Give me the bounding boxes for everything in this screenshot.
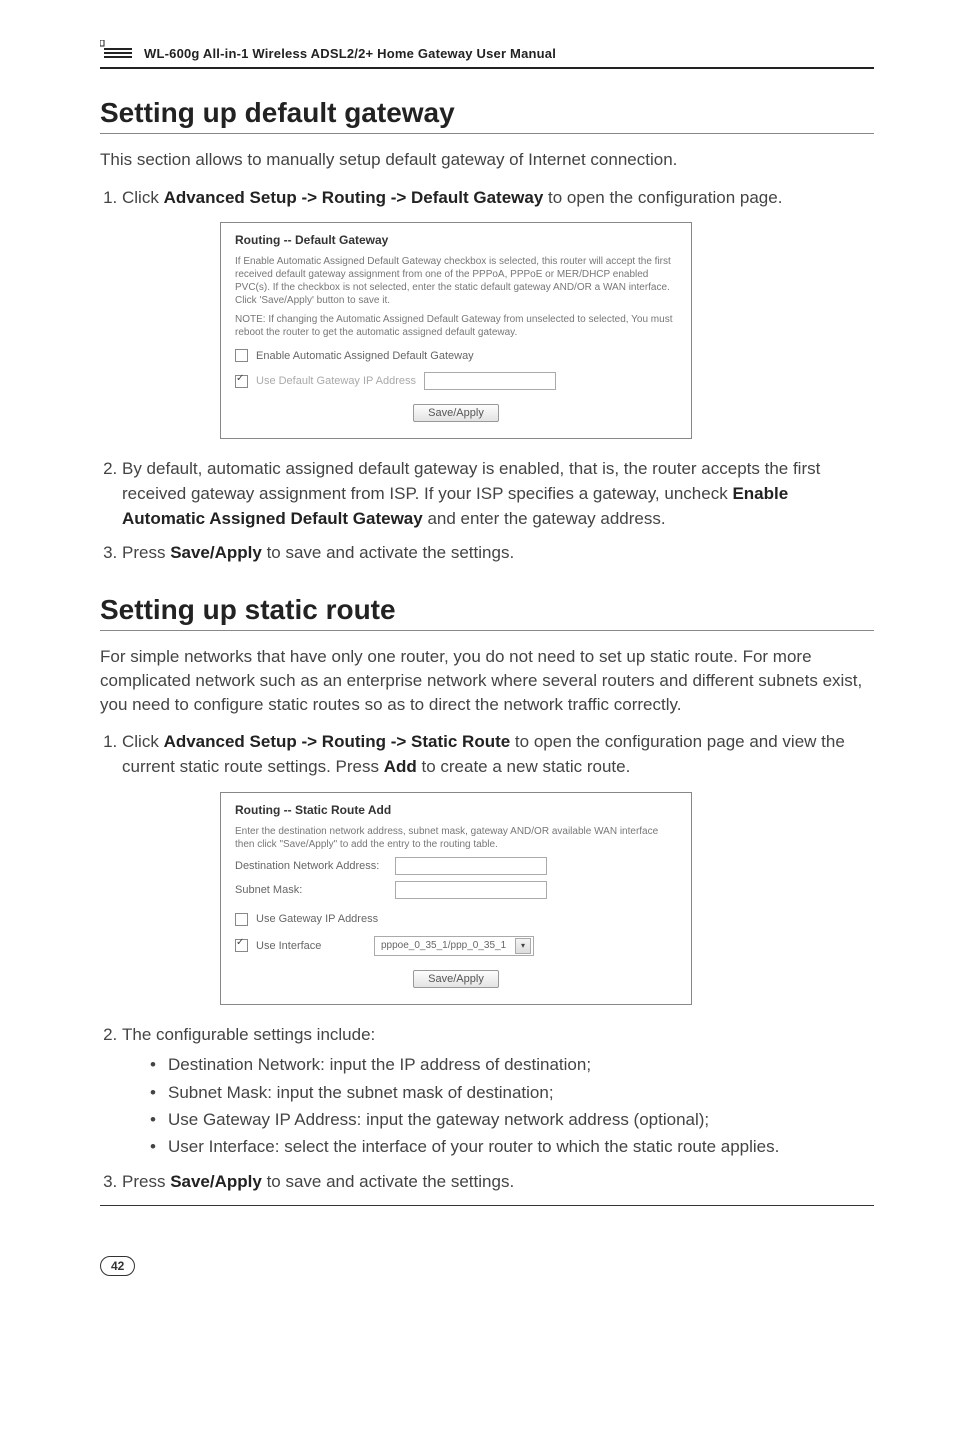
bullet-if: User Interface: select the interface of … [150, 1133, 874, 1160]
section1-step1: Click Advanced Setup -> Routing -> Defau… [122, 186, 874, 211]
save-apply-button[interactable]: Save/Apply [413, 970, 499, 988]
section2-intro: For simple networks that have only one r… [100, 645, 874, 716]
step-text: to save and activate the settings. [262, 543, 514, 562]
page-footer: 42 [100, 1256, 874, 1276]
dest-network-label: Destination Network Address: [235, 860, 395, 872]
section1-step3: Press Save/Apply to save and activate th… [122, 541, 874, 566]
use-default-gateway-label: Use Default Gateway IP Address [256, 375, 416, 387]
ss1-para1: If Enable Automatic Assigned Default Gat… [235, 255, 677, 307]
section1-steps: Click Advanced Setup -> Routing -> Defau… [100, 186, 874, 211]
settings-bullets: Destination Network: input the IP addres… [122, 1051, 874, 1160]
step-text: to create a new static route. [417, 757, 631, 776]
enable-auto-gateway-checkbox[interactable] [235, 349, 248, 362]
step-text: Press [122, 1172, 170, 1191]
section1-title: Setting up default gateway [100, 97, 874, 134]
interface-select-value: pppoe_0_35_1/ppp_0_35_1 [381, 940, 506, 951]
use-interface-label: Use Interface [256, 940, 366, 952]
step-bold: Save/Apply [170, 1172, 262, 1191]
step-text: Press [122, 543, 170, 562]
step-bold: Advanced Setup -> Routing -> Static Rout… [164, 732, 511, 751]
dest-network-row: Destination Network Address: [235, 857, 677, 875]
subnet-mask-row: Subnet Mask: [235, 881, 677, 899]
ss1-use-default-row: Use Default Gateway IP Address [235, 372, 677, 390]
use-interface-row: Use Interface pppoe_0_35_1/ppp_0_35_1 ▾ [235, 936, 677, 956]
step-text: to open the configuration page. [543, 188, 782, 207]
default-gateway-ip-input[interactable] [424, 372, 556, 390]
use-gateway-row: Use Gateway IP Address [235, 913, 677, 926]
subnet-mask-label: Subnet Mask: [235, 884, 395, 896]
bullet-dest: Destination Network: input the IP addres… [150, 1051, 874, 1078]
section2-steps-cont: The configurable settings include: Desti… [100, 1023, 874, 1195]
section2-step2: The configurable settings include: Desti… [122, 1023, 874, 1160]
enable-auto-gateway-label: Enable Automatic Assigned Default Gatewa… [256, 350, 474, 362]
step-bold: Save/Apply [170, 543, 262, 562]
screenshot-default-gateway: Routing -- Default Gateway If Enable Aut… [220, 222, 874, 439]
step-bold: Add [384, 757, 417, 776]
page-number: 42 [100, 1256, 135, 1276]
bullet-gw: Use Gateway IP Address: input the gatewa… [150, 1106, 874, 1133]
use-gateway-ip-checkbox[interactable] [235, 913, 248, 926]
step-text: to save and activate the settings. [262, 1172, 514, 1191]
save-apply-button[interactable]: Save/Apply [413, 404, 499, 422]
section2-title: Setting up static route [100, 594, 874, 631]
step-text: Click [122, 732, 164, 751]
book-icon [100, 40, 136, 65]
ss1-enable-row: Enable Automatic Assigned Default Gatewa… [235, 349, 677, 362]
subnet-mask-input[interactable] [395, 881, 547, 899]
use-default-gateway-checkbox[interactable] [235, 375, 248, 388]
section1-step2: By default, automatic assigned default g… [122, 457, 874, 531]
section2-steps: Click Advanced Setup -> Routing -> Stati… [100, 730, 874, 779]
step-text: Click [122, 188, 164, 207]
interface-select[interactable]: pppoe_0_35_1/ppp_0_35_1 ▾ [374, 936, 534, 956]
footer-rule [100, 1205, 874, 1206]
doc-header: WL-600g All-in-1 Wireless ADSL2/2+ Home … [100, 40, 874, 69]
step-text: By default, automatic assigned default g… [122, 459, 820, 503]
bullet-mask: Subnet Mask: input the subnet mask of de… [150, 1079, 874, 1106]
ss2-title: Routing -- Static Route Add [235, 803, 677, 817]
section1-intro: This section allows to manually setup de… [100, 148, 874, 172]
step-text: The configurable settings include: [122, 1025, 375, 1044]
ss1-title: Routing -- Default Gateway [235, 233, 677, 247]
section1-steps-cont: By default, automatic assigned default g… [100, 457, 874, 566]
section2-step1: Click Advanced Setup -> Routing -> Stati… [122, 730, 874, 779]
step-bold: Advanced Setup -> Routing -> Default Gat… [164, 188, 544, 207]
use-interface-checkbox[interactable] [235, 939, 248, 952]
step-text: and enter the gateway address. [423, 509, 666, 528]
ss1-para2: NOTE: If changing the Automatic Assigned… [235, 313, 677, 339]
dest-network-input[interactable] [395, 857, 547, 875]
screenshot-static-route: Routing -- Static Route Add Enter the de… [220, 792, 874, 1005]
section2-step3: Press Save/Apply to save and activate th… [122, 1170, 874, 1195]
use-gateway-ip-label: Use Gateway IP Address [256, 913, 378, 925]
doc-header-text: WL-600g All-in-1 Wireless ADSL2/2+ Home … [144, 46, 556, 65]
ss2-para: Enter the destination network address, s… [235, 825, 677, 851]
chevron-down-icon: ▾ [515, 938, 531, 954]
